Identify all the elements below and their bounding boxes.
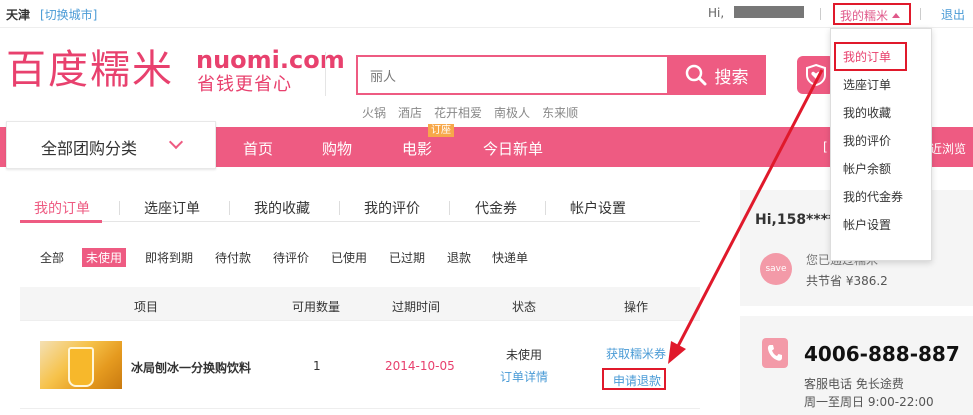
switch-city-link[interactable]: [切换城市]	[40, 6, 97, 23]
current-city: 天津	[6, 8, 31, 22]
hotword-link[interactable]: 东来顺	[542, 104, 578, 121]
filter-refund[interactable]: 退款	[447, 249, 471, 266]
nav-item-shopping[interactable]: 购物	[322, 138, 352, 159]
divider	[920, 8, 921, 20]
tab-reviews[interactable]: 我的评价	[364, 198, 420, 218]
nav-recent-viewed[interactable]: 近浏览	[930, 140, 966, 157]
hotword-link[interactable]: 南极人	[494, 104, 530, 121]
logo-chinese[interactable]: 百度糯米	[6, 46, 174, 94]
divider	[325, 52, 326, 96]
service-phone-description: 客服电话 免长途费	[804, 377, 904, 391]
nav-item-movie[interactable]: 电影	[402, 138, 432, 159]
hot-search-words: 火锅 酒店 花开相爱 南极人 东来顺	[362, 104, 590, 121]
seat-booking-badge: 订座	[428, 124, 454, 137]
dropdown-item-reviews[interactable]: 我的评价	[843, 132, 891, 149]
greeting-text: Hi,	[708, 6, 725, 20]
savings-amount: 共节省 ¥386.2	[806, 274, 888, 288]
deal-title-link[interactable]: 冰局刨冰一分换购饮料	[131, 359, 251, 376]
logo-domain: nuomi.com	[196, 46, 345, 74]
dropdown-item-favorites[interactable]: 我的收藏	[843, 104, 891, 121]
divider	[229, 201, 230, 215]
filter-expiring[interactable]: 即将到期	[145, 249, 193, 266]
tab-vouchers[interactable]: 代金券	[475, 198, 517, 218]
save-badge-label: save	[765, 264, 787, 274]
my-nuomi-label: 我的糯米	[840, 9, 889, 23]
request-refund-link[interactable]: 申请退款	[602, 368, 666, 390]
logout-link[interactable]: 退出	[941, 6, 965, 23]
save-badge-icon: save	[760, 253, 792, 285]
my-nuomi-menu-button[interactable]: 我的糯米	[833, 3, 911, 25]
filter-expired[interactable]: 已过期	[389, 249, 425, 266]
dropdown-item-seat-orders[interactable]: 选座订单	[843, 76, 891, 93]
divider	[20, 408, 700, 409]
search-icon	[685, 64, 706, 86]
tab-favorites[interactable]: 我的收藏	[254, 198, 310, 218]
divider	[119, 201, 120, 215]
dropdown-item-account-settings[interactable]: 帐户设置	[843, 216, 891, 233]
service-phone-number: 4006-888-887	[804, 342, 960, 366]
filter-delivery[interactable]: 快递单	[492, 249, 528, 266]
filter-unused[interactable]: 未使用	[82, 248, 127, 267]
request-refund-label: 申请退款	[613, 374, 662, 388]
hotword-link[interactable]: 酒店	[398, 104, 422, 121]
column-header-status: 状态	[512, 300, 537, 314]
search-button[interactable]: 搜索	[667, 55, 766, 95]
drink-cup-image	[68, 347, 94, 387]
caret-up-icon	[892, 13, 901, 18]
dropdown-item-balance[interactable]: 帐户余额	[843, 160, 891, 177]
dropdown-item-my-orders[interactable]: 我的订单	[834, 42, 907, 71]
divider	[820, 8, 821, 20]
masked-username	[734, 6, 804, 18]
hotword-link[interactable]: 火锅	[362, 104, 386, 121]
expiry-date: 2014-10-05	[385, 359, 455, 373]
get-coupon-link[interactable]: 获取糯米券	[606, 345, 666, 362]
column-header-quantity: 可用数量	[292, 300, 341, 314]
dropdown-item-label: 我的订单	[843, 50, 892, 64]
nav-item-today-new[interactable]: 今日新单	[483, 138, 543, 159]
search-input[interactable]: 丽人	[356, 55, 668, 95]
active-tab-indicator	[20, 220, 102, 223]
all-categories-label: 全部团购分类	[41, 139, 138, 158]
column-header-item: 项目	[134, 300, 159, 314]
filter-all[interactable]: 全部	[40, 249, 64, 266]
nav-item-home[interactable]: 首页	[243, 138, 273, 159]
divider	[449, 201, 450, 215]
phone-icon	[762, 338, 788, 368]
service-hours: 周一至周日 9:00-22:00	[804, 395, 934, 409]
all-categories-dropdown[interactable]: 全部团购分类	[6, 121, 216, 169]
tab-seat-orders[interactable]: 选座订单	[144, 198, 200, 218]
filter-unpaid[interactable]: 待付款	[215, 249, 251, 266]
tab-account-settings[interactable]: 帐户设置	[570, 198, 626, 218]
order-table-header	[20, 287, 700, 321]
hotword-link[interactable]: 花开相爱	[434, 104, 482, 121]
logo-slogan: 省钱更省心	[197, 74, 292, 95]
divider	[339, 201, 340, 215]
column-header-expiry: 过期时间	[392, 300, 441, 314]
deal-thumbnail[interactable]	[40, 341, 122, 389]
filter-to-review[interactable]: 待评价	[273, 249, 309, 266]
dropdown-item-vouchers[interactable]: 我的代金券	[843, 188, 903, 205]
order-status: 未使用	[506, 348, 543, 362]
available-quantity: 1	[313, 359, 321, 373]
column-header-actions: 操作	[624, 300, 649, 314]
search-button-label: 搜索	[714, 67, 749, 88]
divider	[545, 201, 546, 215]
order-details-link[interactable]: 订单详情	[500, 368, 548, 385]
top-bar	[0, 0, 973, 28]
nav-recent-bracket: [	[823, 140, 828, 154]
user-greeting: Hi,158****	[755, 212, 836, 228]
chevron-down-icon	[168, 134, 184, 150]
filter-used[interactable]: 已使用	[331, 249, 367, 266]
tab-my-orders[interactable]: 我的订单	[34, 198, 90, 218]
